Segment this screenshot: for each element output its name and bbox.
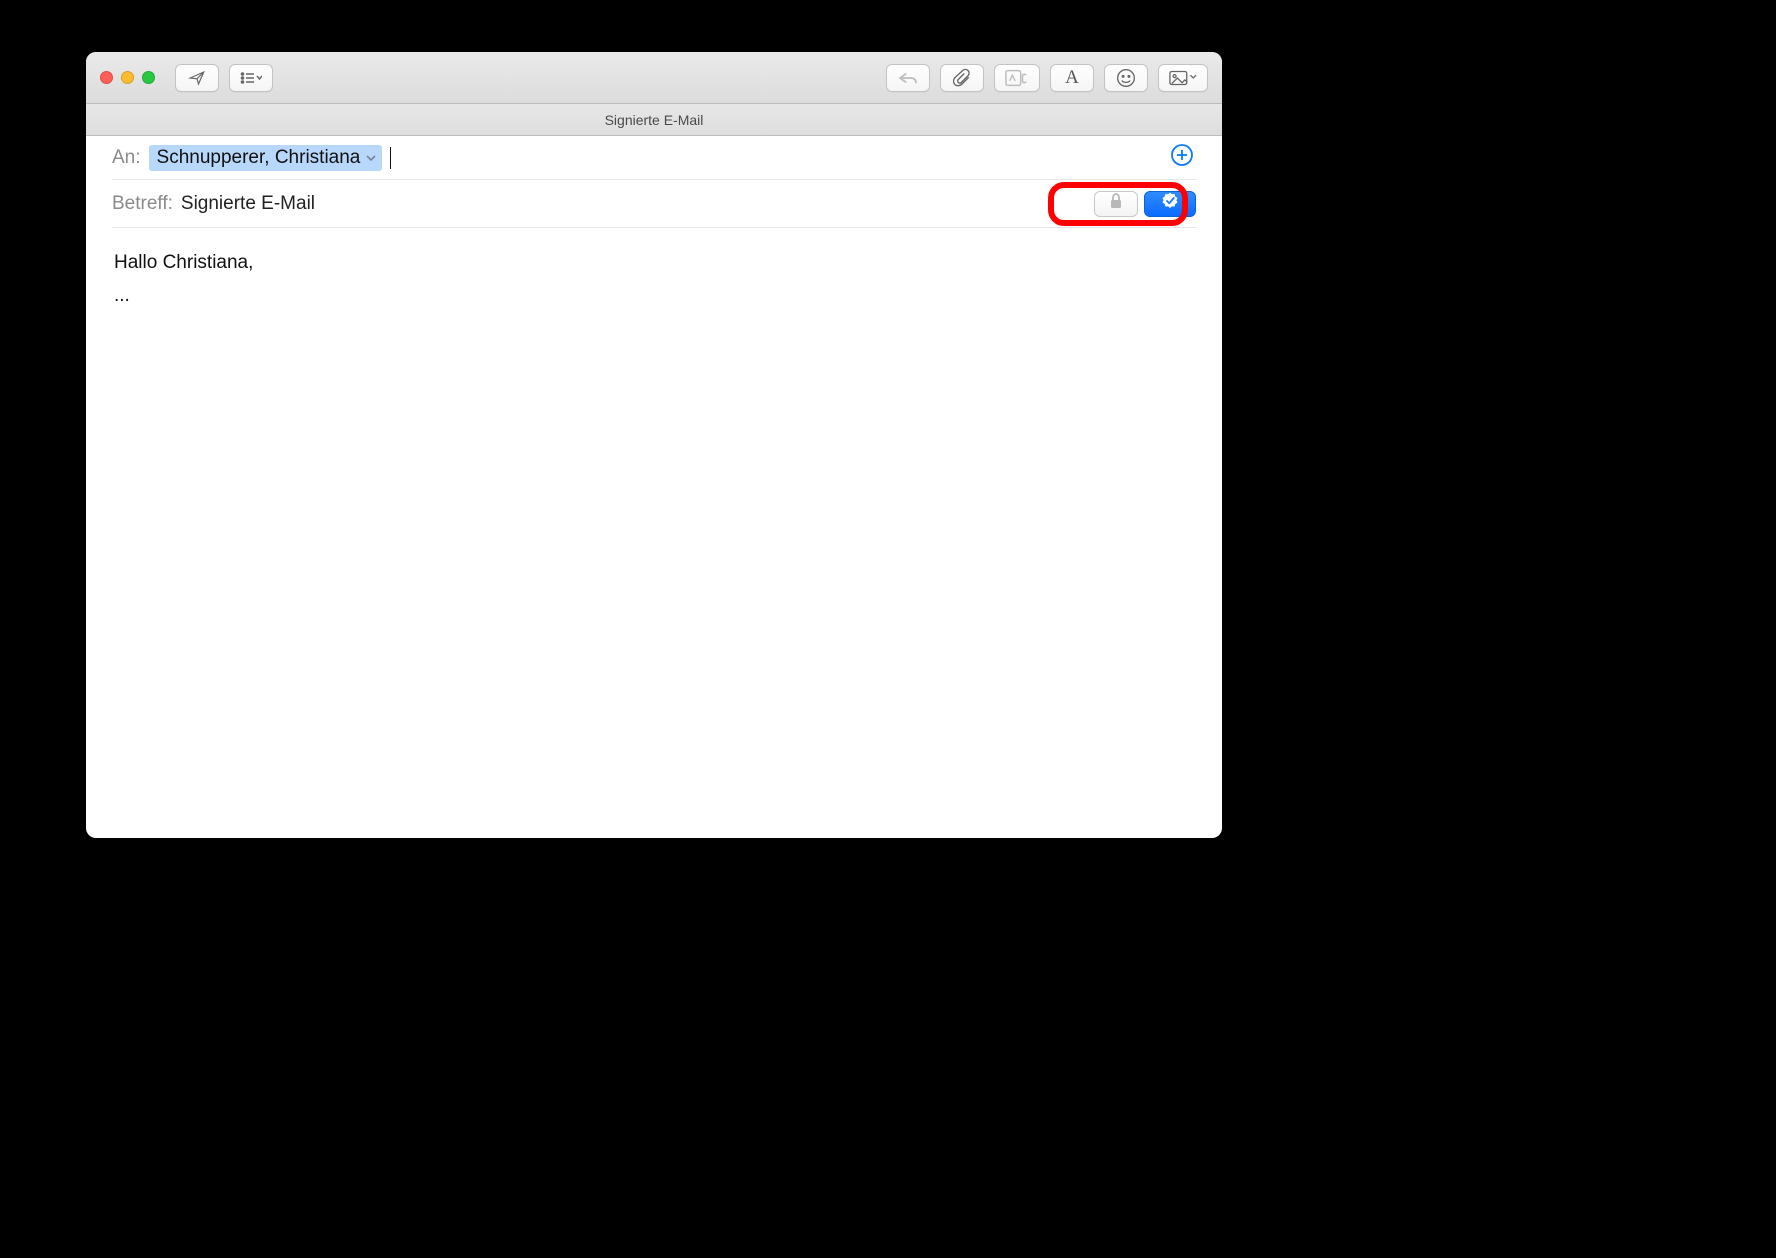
to-row[interactable]: An: Schnupperer, Christiana [112,136,1196,180]
window-title: Signierte E-Mail [86,104,1222,136]
photo-browser-icon [1169,70,1197,86]
window-controls [100,71,155,84]
photo-browser-button[interactable] [1158,64,1208,92]
to-recipient-token[interactable]: Schnupperer, Christiana [149,145,383,171]
encrypt-toggle-button[interactable] [1094,191,1138,217]
send-button[interactable] [175,64,219,92]
send-icon [186,69,208,87]
to-input-cursor [390,147,391,169]
signed-badge-icon [1161,192,1179,216]
paperclip-icon [953,68,971,88]
chevron-down-icon [366,147,376,169]
close-window-button[interactable] [100,71,113,84]
markup-attach-icon [1005,69,1029,87]
reply-button[interactable] [886,64,930,92]
zoom-window-button[interactable] [142,71,155,84]
subject-input[interactable]: Signierte E-Mail [181,193,315,215]
lock-icon [1109,193,1123,215]
reply-icon [897,70,919,86]
plus-circle-icon [1170,143,1194,173]
titlebar: A [86,52,1222,104]
header-fields: An: Schnupperer, Christiana [86,136,1222,228]
body-line-1: Hallo Christiana, [114,246,1194,279]
header-fields-menu-button[interactable] [229,64,273,92]
attach-button[interactable] [940,64,984,92]
markup-attachment-button[interactable] [994,64,1040,92]
minimize-window-button[interactable] [121,71,134,84]
header-menu-icon [240,71,262,85]
sign-toggle-button[interactable] [1144,191,1196,217]
mail-compose-window: A [86,52,1222,838]
add-contact-button[interactable] [1168,141,1196,175]
recipient-name: Schnupperer, Christiana [157,147,361,169]
security-buttons [1094,191,1196,217]
format-icon: A [1065,67,1079,89]
subject-row[interactable]: Betreff: Signierte E-Mail [112,180,1196,228]
emoji-icon [1116,68,1136,88]
format-button[interactable]: A [1050,64,1094,92]
body-line-2: ... [114,279,1194,312]
to-label: An: [112,147,141,169]
subject-label: Betreff: [112,193,173,215]
message-body[interactable]: Hallo Christiana, ... [86,228,1222,331]
emoji-button[interactable] [1104,64,1148,92]
